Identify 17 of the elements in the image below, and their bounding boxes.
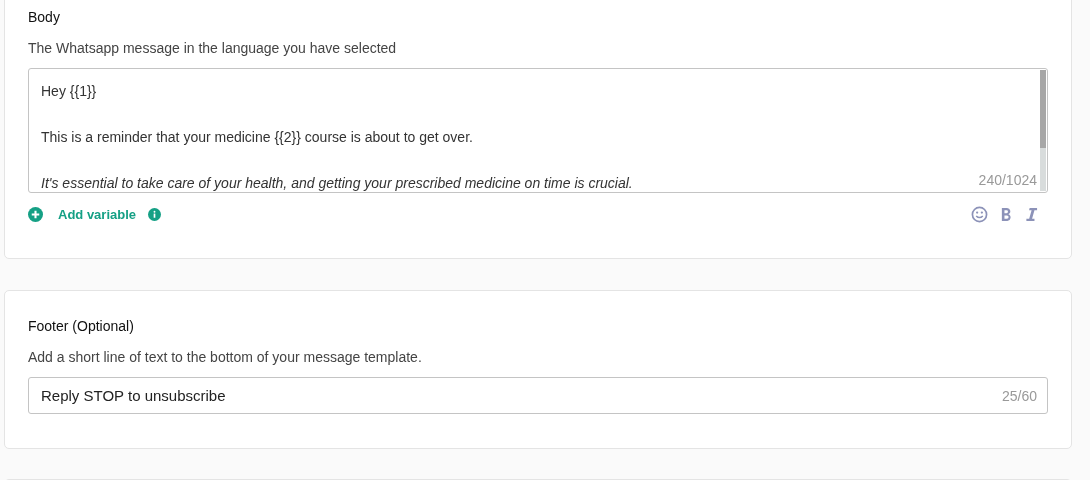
scrollbar[interactable] [1040, 70, 1046, 191]
info-icon[interactable] [148, 208, 162, 221]
emoji-icon[interactable] [971, 206, 988, 223]
character-counter: 25/60 [1001, 387, 1037, 404]
character-counter: 240/1024 [978, 172, 1037, 188]
message-line: It's essential to take care of your health, and getting your prescribed medicine on time is crucial. [41, 174, 633, 192]
section-title: Body [28, 8, 61, 27]
section-description: Add a short line of text to the bottom of your message template. [28, 348, 423, 367]
message-line: This is a reminder that your medicine {{2}} course is about to get over. [41, 128, 473, 146]
plus-circle-icon [28, 207, 43, 222]
section-title: Footer (Optional) [28, 317, 135, 336]
message-line: Hey {{1}} [41, 82, 97, 100]
bold-icon[interactable] [1000, 207, 1013, 222]
message-textarea[interactable]: Hey {{1}} This is a reminder that your medicine {{2}} course is about to get over. It's essential to take care of your health, and getting your prescribed medicine on time is crucial. 240/1024 [28, 68, 1048, 193]
italic-icon[interactable] [1025, 207, 1038, 222]
footer-input-field[interactable]: Reply STOP to unsubscribe 25/60 [28, 377, 1048, 414]
section-description: The Whatsapp message in the language you have selected [28, 39, 398, 58]
